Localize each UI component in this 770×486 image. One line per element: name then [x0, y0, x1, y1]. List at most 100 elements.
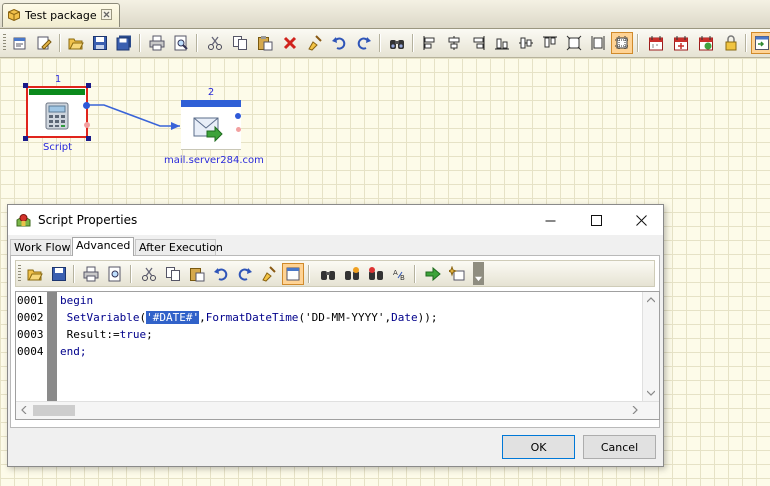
code-line[interactable]: begin: [60, 294, 93, 307]
output-port[interactable]: [83, 102, 90, 109]
node-label: Script: [43, 142, 73, 153]
grid-snap-icon[interactable]: [611, 32, 633, 54]
save-all-icon[interactable]: [113, 32, 135, 54]
find-next-icon[interactable]: [341, 263, 363, 285]
copy-icon[interactable]: [162, 263, 184, 285]
wrap-icon[interactable]: [282, 263, 304, 285]
line-number: 0001: [17, 294, 44, 307]
print-icon[interactable]: [146, 32, 168, 54]
clear-icon[interactable]: [304, 32, 326, 54]
tab-advanced[interactable]: Advanced: [72, 237, 134, 256]
scroll-down-icon[interactable]: [645, 387, 657, 399]
undo-icon[interactable]: [210, 263, 232, 285]
tab-title: Test package: [25, 9, 97, 22]
minimize-button[interactable]: [527, 205, 573, 235]
main-toolbar: [0, 29, 770, 58]
line-number: 0004: [17, 345, 44, 358]
tab-test-package[interactable]: Test package: [2, 3, 120, 27]
align-top-icon[interactable]: [539, 32, 561, 54]
calculator-icon: [45, 102, 69, 130]
replace-icon[interactable]: [365, 263, 387, 285]
scroll-thumb[interactable]: [33, 405, 75, 416]
cut-icon[interactable]: [138, 263, 160, 285]
selected-text[interactable]: '#DATE#': [146, 311, 200, 324]
find-icon[interactable]: [317, 263, 339, 285]
align-left-icon[interactable]: [419, 32, 441, 54]
align-middle-icon[interactable]: [515, 32, 537, 54]
schedule-add-icon[interactable]: [670, 32, 692, 54]
tab-after-execution[interactable]: After Execution: [135, 239, 223, 255]
error-port[interactable]: [84, 122, 90, 128]
advanced-tab-panel: AB 0001 0002 0003 0004 begin SetVariable…: [10, 255, 660, 428]
toolbar-grip[interactable]: [3, 34, 6, 52]
keyword: end;: [60, 345, 87, 358]
print-preview-icon[interactable]: [104, 263, 126, 285]
tab-work-flow[interactable]: Work Flow: [10, 239, 71, 255]
close-icon: [635, 214, 647, 226]
redo-icon[interactable]: [234, 263, 256, 285]
insert-function-icon[interactable]: [446, 263, 468, 285]
save-icon[interactable]: [89, 32, 111, 54]
delete-icon[interactable]: [279, 32, 301, 54]
code-line[interactable]: end;: [60, 345, 87, 358]
open-folder-icon[interactable]: [65, 32, 87, 54]
ok-button[interactable]: OK: [502, 435, 575, 459]
code-line[interactable]: Result:=true;: [60, 328, 153, 341]
run-icon[interactable]: [422, 263, 444, 285]
undo-icon[interactable]: [328, 32, 350, 54]
paste-icon[interactable]: [186, 263, 208, 285]
scroll-up-icon[interactable]: [645, 294, 657, 306]
redo-icon[interactable]: [353, 32, 375, 54]
find-icon[interactable]: [386, 32, 408, 54]
clear-icon[interactable]: [258, 263, 280, 285]
email-node[interactable]: [181, 100, 241, 150]
save-icon[interactable]: [48, 263, 70, 285]
schedule-run-icon[interactable]: [695, 32, 717, 54]
open-folder-icon[interactable]: [24, 263, 46, 285]
dialog-title: Script Properties: [38, 213, 138, 227]
code-line[interactable]: SetVariable('#DATE#',FormatDateTime('DD-…: [60, 311, 438, 324]
cut-icon[interactable]: [204, 32, 226, 54]
copy-icon[interactable]: [229, 32, 251, 54]
print-preview-icon[interactable]: [170, 32, 192, 54]
align-right-icon[interactable]: [467, 32, 489, 54]
paste-icon[interactable]: [254, 32, 276, 54]
script-node[interactable]: [26, 86, 90, 138]
node-number: 2: [207, 87, 215, 98]
script-properties-dialog: Script Properties Work Flow Advanced Aft…: [7, 204, 664, 467]
toolbar-overflow-icon[interactable]: [473, 262, 484, 285]
scroll-left-icon[interactable]: [18, 404, 30, 416]
goto-line-icon[interactable]: AB: [389, 263, 411, 285]
close-icon[interactable]: [101, 9, 112, 20]
email-send-icon: [193, 117, 223, 142]
output-port[interactable]: [235, 113, 241, 119]
close-button[interactable]: [618, 205, 664, 235]
error-port[interactable]: [236, 127, 241, 132]
cancel-button[interactable]: Cancel: [583, 435, 656, 459]
schedule-icon[interactable]: [645, 32, 667, 54]
script-editor[interactable]: 0001 0002 0003 0004 begin SetVariable('#…: [15, 291, 660, 420]
scroll-right-icon[interactable]: [629, 404, 641, 416]
horizontal-scrollbar[interactable]: [16, 401, 659, 419]
same-size-icon[interactable]: [563, 32, 585, 54]
maximize-button[interactable]: [573, 205, 619, 235]
print-icon[interactable]: [80, 263, 102, 285]
line-number: 0003: [17, 328, 44, 341]
same-height-icon[interactable]: [587, 32, 609, 54]
maximize-icon: [590, 214, 602, 226]
dialog-title-bar[interactable]: Script Properties: [8, 205, 663, 235]
node-number: 1: [54, 74, 62, 85]
properties-icon[interactable]: [9, 32, 31, 54]
svg-text:B: B: [400, 274, 405, 282]
align-bottom-icon[interactable]: [491, 32, 513, 54]
align-center-icon[interactable]: [443, 32, 465, 54]
document-tab-strip: Test package: [0, 0, 770, 29]
line-number: 0002: [17, 311, 44, 324]
workflow-connector: [88, 104, 180, 130]
package-icon: [8, 9, 20, 21]
lock-icon[interactable]: [720, 32, 742, 54]
script-icon: [16, 214, 31, 227]
export-icon[interactable]: [751, 32, 770, 54]
vertical-scrollbar[interactable]: [642, 292, 659, 401]
edit-icon[interactable]: [33, 32, 55, 54]
